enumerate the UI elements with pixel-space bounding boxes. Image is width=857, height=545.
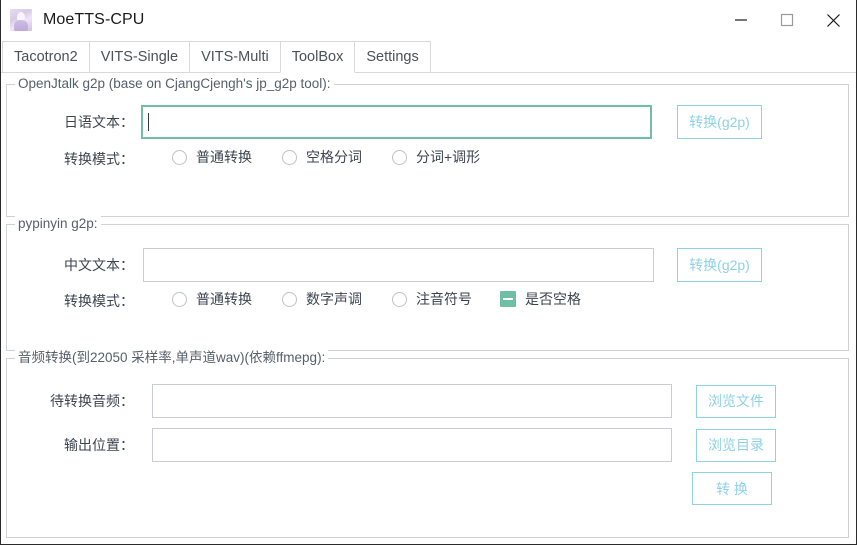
cn-text-label: 中文文本： — [64, 257, 134, 273]
maximize-button[interactable] — [764, 0, 810, 40]
audio-convert-button[interactable]: 转 换 — [692, 472, 772, 505]
tab-vits-multi[interactable]: VITS-Multi — [189, 41, 281, 73]
radio-unchecked-icon — [282, 149, 297, 165]
browse-file-button[interactable]: 浏览文件 — [696, 384, 776, 418]
toolbox-panel: OpenJtalk g2p (base on CjangCjengh's jp_… — [1, 73, 856, 544]
audio-convert-group: 音频转换(到22050 采样率,单声道wav)(依赖ffmepg): 待转换音频… — [6, 350, 849, 538]
jp-mode-radio-tone-label: 分词+调形 — [416, 149, 481, 165]
cn-mode-radio-bopomofo-label: 注音符号 — [416, 291, 472, 307]
audio-source-input[interactable] — [152, 384, 672, 418]
tab-vits-single[interactable]: VITS-Single — [88, 41, 191, 73]
browse-dir-button[interactable]: 浏览目录 — [696, 428, 776, 462]
jp-text-row: 日语文本： 转换(g2p) — [7, 105, 845, 139]
jp-mode-radio-tone[interactable]: 分词+调形 — [392, 147, 480, 167]
minimize-button[interactable] — [718, 0, 764, 40]
window-controls — [718, 0, 856, 40]
radio-unchecked-icon — [392, 291, 407, 307]
tab-bar: Tacotron2 VITS-Single VITS-Multi ToolBox… — [1, 40, 856, 73]
radio-unchecked-icon — [392, 149, 407, 165]
cn-text-row: 中文文本： 转换(g2p) — [7, 248, 845, 282]
close-button[interactable] — [810, 0, 856, 40]
jp-text-label: 日语文本： — [64, 114, 134, 130]
maximize-icon — [780, 13, 794, 27]
tab-tacotron2[interactable]: Tacotron2 — [2, 41, 90, 73]
pypinyin-group: pypinyin g2p: 中文文本： 转换(g2p) 转换模式： 普通转换 数… — [6, 216, 849, 351]
cn-text-input[interactable] — [143, 248, 654, 282]
window-title: MoeTTS-CPU — [43, 11, 145, 28]
jp-mode-radio-normal-label: 普通转换 — [196, 149, 252, 165]
audio-output-input[interactable] — [152, 428, 672, 462]
cn-mode-radio-normal[interactable]: 普通转换 — [172, 289, 252, 309]
application-window: MoeTTS-CPU Tacotron2 VITS-Single VITS-Mu… — [0, 0, 857, 545]
audio-convert-group-title: 音频转换(到22050 采样率,单声道wav)(依赖ffmepg): — [15, 350, 329, 366]
radio-unchecked-icon — [172, 291, 187, 307]
cn-mode-radio-numeric-label: 数字声调 — [306, 291, 362, 307]
cn-convert-g2p-button[interactable]: 转换(g2p) — [677, 248, 762, 282]
minimize-icon — [735, 19, 747, 21]
text-cursor — [148, 113, 149, 131]
radio-unchecked-icon — [282, 291, 297, 307]
title-bar: MoeTTS-CPU — [1, 0, 856, 40]
cn-space-checkbox-label: 是否空格 — [525, 291, 581, 307]
audio-output-label: 输出位置： — [64, 437, 134, 453]
jp-convert-g2p-button[interactable]: 转换(g2p) — [677, 105, 762, 139]
close-icon — [826, 13, 840, 27]
jp-mode-label: 转换模式： — [64, 151, 134, 167]
cn-space-checkbox[interactable]: 是否空格 — [500, 289, 581, 309]
cn-mode-radio-normal-label: 普通转换 — [196, 291, 252, 307]
jp-text-input[interactable] — [141, 105, 652, 139]
audio-output-row: 输出位置： 浏览目录 — [7, 428, 845, 462]
radio-unchecked-icon — [172, 149, 187, 165]
jp-mode-radio-space[interactable]: 空格分词 — [282, 147, 362, 167]
cn-mode-radio-bopomofo[interactable]: 注音符号 — [392, 289, 472, 309]
anime-avatar-icon — [10, 9, 32, 31]
audio-source-row: 待转换音频： 浏览文件 — [7, 384, 845, 418]
checkbox-indeterminate-icon — [500, 291, 516, 307]
pypinyin-group-title: pypinyin g2p: — [15, 216, 101, 232]
audio-source-label: 待转换音频： — [50, 393, 134, 409]
tab-toolbox[interactable]: ToolBox — [279, 41, 356, 73]
jp-mode-radio-normal[interactable]: 普通转换 — [172, 147, 252, 167]
cn-mode-radio-numeric[interactable]: 数字声调 — [282, 289, 362, 309]
jp-mode-radio-space-label: 空格分词 — [306, 149, 362, 165]
openjtalk-group: OpenJtalk g2p (base on CjangCjengh's jp_… — [6, 76, 849, 217]
openjtalk-group-title: OpenJtalk g2p (base on CjangCjengh's jp_… — [15, 76, 334, 92]
cn-mode-label: 转换模式： — [64, 293, 134, 309]
tab-settings[interactable]: Settings — [354, 41, 431, 73]
